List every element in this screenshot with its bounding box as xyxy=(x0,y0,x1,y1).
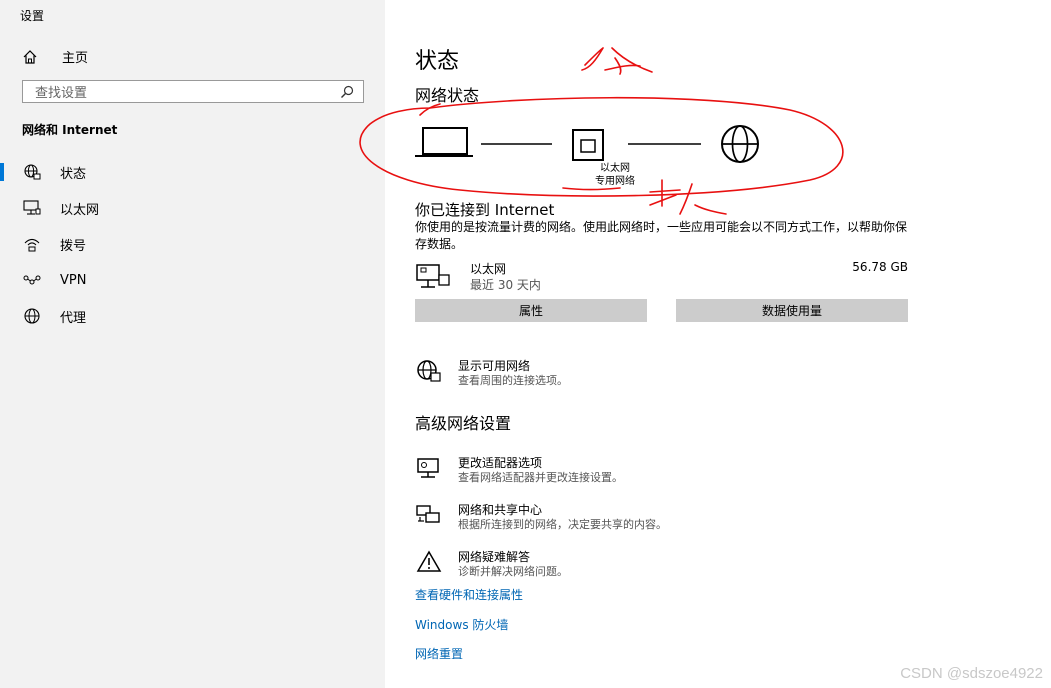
advanced-settings-heading: 高级网络设置 xyxy=(415,414,512,433)
main-content: 状态 网络状态 以太网 专用网络 你已连接到 Internet 你使用的是按流量… xyxy=(385,0,1051,688)
adapter-icon xyxy=(415,456,443,480)
vpn-icon xyxy=(22,271,42,289)
search-placeholder: 查找设置 xyxy=(35,86,88,101)
ethernet-icon xyxy=(22,199,42,217)
sidebar-item-ethernet[interactable]: 以太网 xyxy=(0,190,385,226)
link-subtitle: 根据所连接到的网络，决定要共享的内容。 xyxy=(458,518,667,531)
laptop-icon xyxy=(415,127,473,157)
ethernet-name: 以太网 xyxy=(470,262,507,276)
sidebar-section-title: 网络和 Internet xyxy=(22,123,118,137)
sidebar-item-vpn[interactable]: VPN xyxy=(0,262,385,298)
change-adapter-options[interactable]: 更改适配器选项 查看网络适配器并更改连接设置。 xyxy=(415,454,935,490)
network-diagram: 以太网 专用网络 xyxy=(415,122,805,192)
sidebar-nav: 状态 以太网 拨号 VPN 代理 xyxy=(0,154,385,334)
sidebar: 设置 主页 查找设置 网络和 Internet 状态 以太网 拨号 VPN 代理 xyxy=(0,0,385,688)
ethernet-usage-row: 以太网 最近 30 天内 56.78 GB xyxy=(415,260,908,292)
diagram-caption: 以太网 专用网络 xyxy=(570,162,660,188)
connected-description: 你使用的是按流量计费的网络。使用此网络时，一些应用可能会以不同方式工作，以帮助你… xyxy=(415,220,908,251)
globe-lock-icon xyxy=(22,163,42,181)
sidebar-item-home[interactable]: 主页 xyxy=(22,47,88,66)
internet-globe-icon xyxy=(721,125,759,163)
sidebar-item-status[interactable]: 状态 xyxy=(0,154,385,190)
connected-title: 你已连接到 Internet xyxy=(415,201,555,219)
warning-icon xyxy=(415,550,443,574)
show-available-networks[interactable]: 显示可用网络 查看周围的连接选项。 xyxy=(415,357,935,393)
globe-icon xyxy=(22,307,42,325)
network-sharing-center[interactable]: 网络和共享中心 根据所连接到的网络，决定要共享的内容。 xyxy=(415,501,935,537)
diagram-caption-line1: 以太网 xyxy=(600,163,630,174)
window-title: 设置 xyxy=(20,9,45,23)
network-status-heading: 网络状态 xyxy=(415,86,480,105)
sharing-center-icon xyxy=(415,503,443,527)
diagram-caption-line2: 专用网络 xyxy=(595,176,635,187)
ethernet-port-icon xyxy=(572,129,604,161)
windows-firewall-link[interactable]: Windows 防火墙 xyxy=(415,616,508,633)
sidebar-item-label: VPN xyxy=(60,272,87,288)
link-subtitle: 查看网络适配器并更改连接设置。 xyxy=(458,471,623,484)
globe-icon xyxy=(415,359,443,383)
properties-button[interactable]: 属性 xyxy=(415,299,647,322)
link-subtitle: 诊断并解决网络问题。 xyxy=(458,565,568,578)
sidebar-item-proxy[interactable]: 代理 xyxy=(0,298,385,334)
sidebar-item-label: 拨号 xyxy=(60,238,87,254)
ethernet-usage: 56.78 GB xyxy=(852,260,908,274)
sidebar-item-label: 代理 xyxy=(60,310,87,326)
sidebar-item-dialup[interactable]: 拨号 xyxy=(0,226,385,262)
sidebar-item-label: 状态 xyxy=(60,166,87,182)
link-subtitle: 查看周围的连接选项。 xyxy=(458,374,568,387)
network-troubleshooter[interactable]: 网络疑难解答 诊断并解决网络问题。 xyxy=(415,548,935,584)
search-input[interactable]: 查找设置 xyxy=(22,80,364,103)
hardware-properties-link[interactable]: 查看硬件和连接属性 xyxy=(415,586,523,603)
search-icon[interactable] xyxy=(339,84,355,100)
home-icon xyxy=(22,48,44,66)
network-reset-link[interactable]: 网络重置 xyxy=(415,645,463,662)
sidebar-item-label: 以太网 xyxy=(60,202,100,218)
watermark: CSDN @sdszoe4922 xyxy=(900,665,1043,682)
ethernet-adapter-icon xyxy=(415,263,455,291)
page-title: 状态 xyxy=(415,49,460,74)
sidebar-item-label: 主页 xyxy=(62,51,89,66)
dialup-icon xyxy=(22,235,42,253)
ethernet-period: 最近 30 天内 xyxy=(470,278,541,292)
data-usage-button[interactable]: 数据使用量 xyxy=(676,299,908,322)
